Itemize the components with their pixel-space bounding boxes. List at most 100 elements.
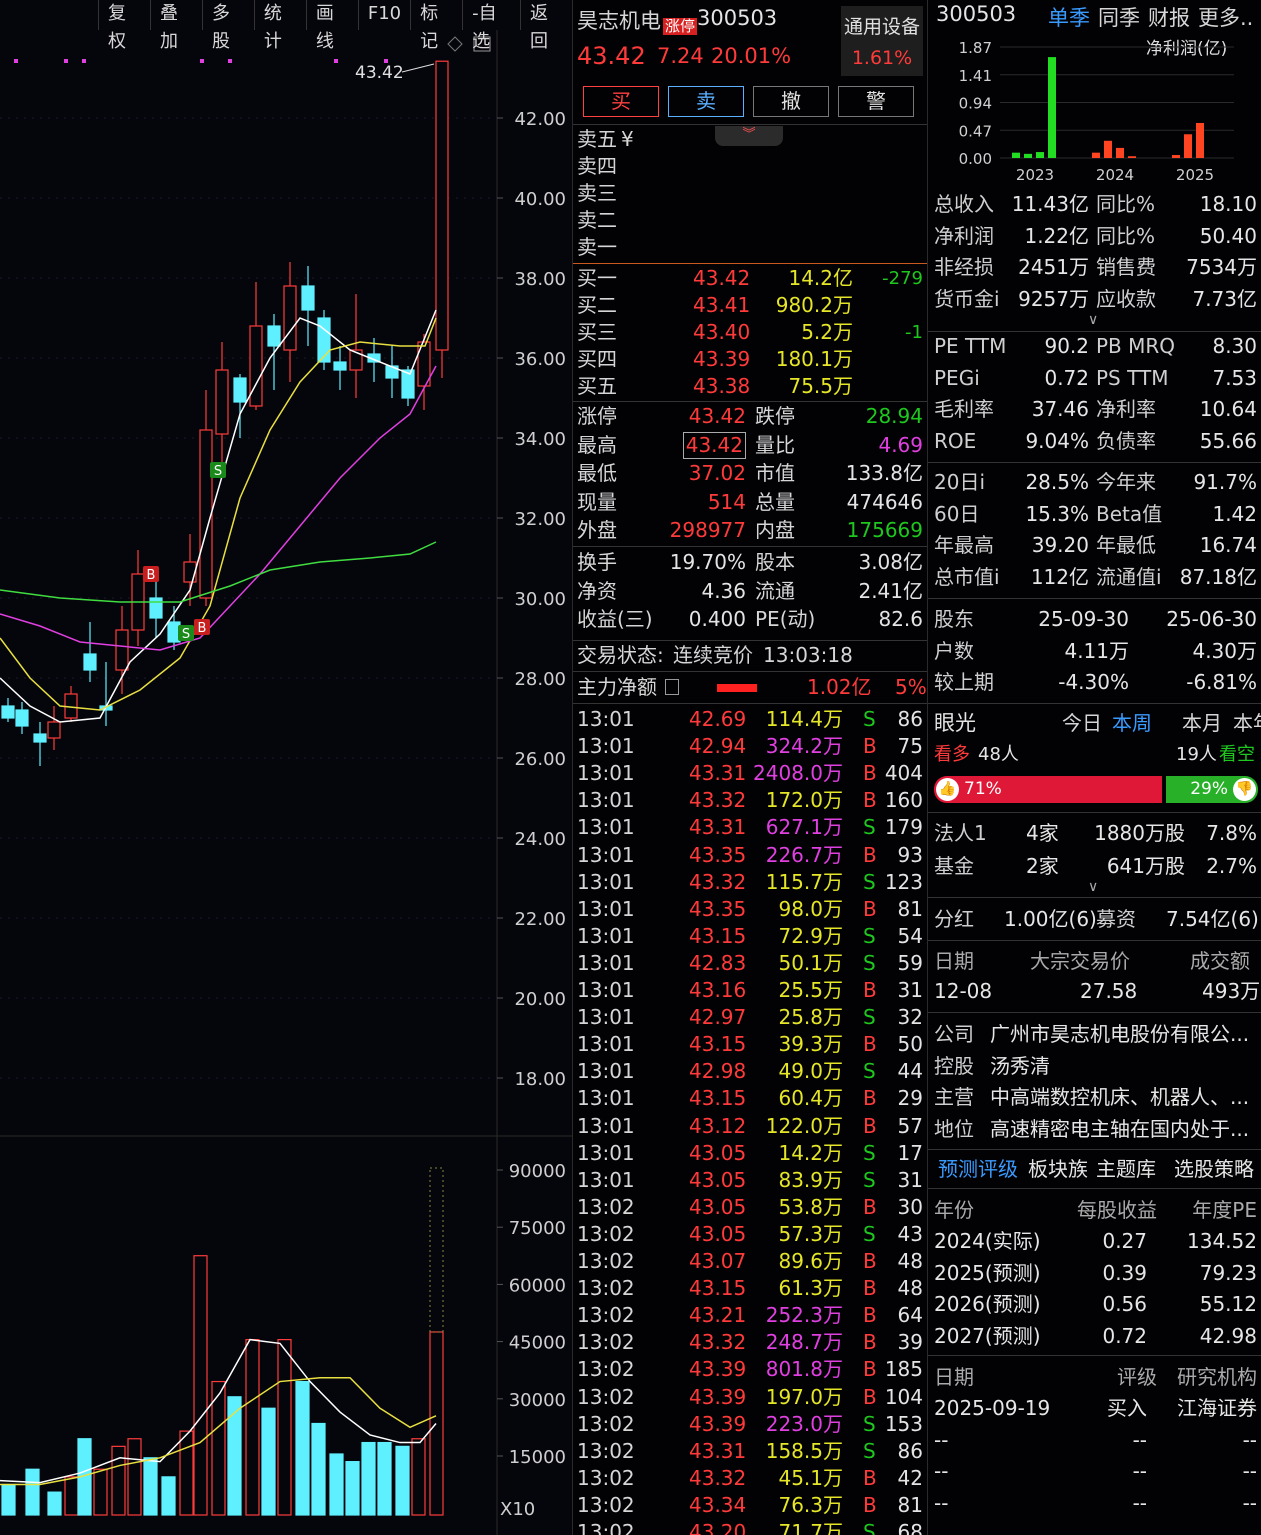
toolbar-button-3[interactable]: 统计: [253, 0, 306, 52]
cancel-button[interactable]: 撤: [753, 86, 829, 117]
tick-row[interactable]: 13:02 43.05 53.8万 B 30: [577, 1194, 923, 1221]
company-row[interactable]: 地位 高速精密电主轴在国内处于...: [934, 1114, 1257, 1144]
company-row[interactable]: 公司 广州市昊志机电股份有限公...: [934, 1019, 1257, 1049]
sell-button[interactable]: 卖: [668, 86, 744, 117]
ask-level[interactable]: 卖四: [577, 153, 923, 180]
toolbar-button-5[interactable]: F10: [357, 0, 410, 30]
company-row[interactable]: 控股 汤秀清: [934, 1051, 1257, 1081]
tick-row[interactable]: 13:01 43.15 39.3万 B 50: [577, 1031, 923, 1058]
tick-row[interactable]: 13:01 43.31 2408.0万 B 404: [577, 760, 923, 787]
tab-theme[interactable]: 主题库: [1096, 1154, 1156, 1184]
tab-forecast[interactable]: 预测评级: [938, 1154, 1018, 1184]
profit-bar[interactable]: [1172, 155, 1180, 158]
volume-bar[interactable]: [193, 1255, 208, 1516]
alert-button[interactable]: 警: [838, 86, 914, 117]
diamond-icon[interactable]: [447, 36, 463, 52]
tick-row[interactable]: 13:02 43.39 223.0万 S 153: [577, 1411, 923, 1438]
candle-body[interactable]: [115, 629, 129, 671]
volume-bar[interactable]: [345, 1461, 360, 1516]
sentiment-bar[interactable]: 👍 71% 29% 👎: [934, 776, 1258, 803]
volume-bar[interactable]: [329, 1453, 344, 1516]
bid-level[interactable]: 买二 43.41 980.2万: [577, 292, 923, 319]
tick-row[interactable]: 13:01 42.69 114.4万 S 86: [577, 706, 923, 733]
volume-bar[interactable]: [1, 1483, 16, 1516]
tick-row[interactable]: 13:01 43.32 115.7万 S 123: [577, 869, 923, 896]
bid-level[interactable]: 买一 43.42 14.2亿 -279: [577, 265, 923, 292]
candle-body[interactable]: [33, 733, 47, 743]
tick-row[interactable]: 13:02 43.31 158.5万 S 86: [577, 1438, 923, 1465]
toolbar-button-2[interactable]: 多股: [201, 0, 254, 52]
period-today[interactable]: 今日: [1062, 708, 1102, 738]
tab-same-quarter[interactable]: 同季: [1098, 2, 1140, 32]
candle-body[interactable]: [333, 361, 347, 371]
ask-level[interactable]: 卖五 ¥: [577, 126, 923, 153]
volume-bar[interactable]: [179, 1430, 194, 1516]
profit-bar[interactable]: [1116, 147, 1124, 158]
tick-row[interactable]: 13:01 43.31 627.1万 S 179: [577, 814, 923, 841]
tab-strategy[interactable]: 选股策略: [1174, 1154, 1254, 1184]
toolbar-button-7[interactable]: -自选: [462, 0, 520, 52]
volume-bar[interactable]: [245, 1339, 260, 1516]
candle-body[interactable]: [283, 285, 297, 351]
candle-body[interactable]: [301, 285, 315, 311]
ask-level[interactable]: 卖三: [577, 180, 923, 207]
bid-level[interactable]: 买四 43.39 180.1万: [577, 346, 923, 373]
toolbar-button-8[interactable]: 返回: [520, 0, 572, 52]
candle-body[interactable]: [1, 705, 15, 719]
tick-row[interactable]: 13:02 43.05 57.3万 S 43: [577, 1221, 923, 1248]
tick-row[interactable]: 13:01 43.05 83.9万 S 31: [577, 1167, 923, 1194]
bid-level[interactable]: 买五 43.38 75.5万: [577, 373, 923, 400]
tab-sector[interactable]: 板块族: [1028, 1154, 1088, 1184]
profit-bar[interactable]: [1048, 57, 1056, 158]
volume-bar[interactable]: [64, 1476, 79, 1516]
tick-row[interactable]: 13:01 43.16 25.5万 B 31: [577, 977, 923, 1004]
profit-bar[interactable]: [1128, 156, 1136, 158]
profit-bar[interactable]: [1104, 140, 1112, 158]
tick-row[interactable]: 13:01 43.15 60.4万 B 29: [577, 1085, 923, 1112]
profit-bar[interactable]: [1012, 152, 1020, 158]
candle-body[interactable]: [199, 429, 213, 599]
volume-bar[interactable]: [127, 1438, 142, 1516]
tick-row[interactable]: 13:02 43.32 45.1万 B 42: [577, 1465, 923, 1492]
tick-row[interactable]: 13:02 43.39 801.8万 B 185: [577, 1356, 923, 1383]
volume-bar[interactable]: [395, 1445, 410, 1516]
candle-body[interactable]: [183, 561, 197, 583]
tick-row[interactable]: 13:01 43.05 14.2万 S 17: [577, 1140, 923, 1167]
tick-row[interactable]: 13:02 43.20 71.7万 S 68: [577, 1519, 923, 1535]
volume-bar[interactable]: [161, 1476, 176, 1516]
tick-row[interactable]: 13:01 42.98 49.0万 S 44: [577, 1058, 923, 1085]
period-week[interactable]: 本周: [1112, 708, 1152, 738]
profit-bar[interactable]: [1024, 153, 1032, 158]
volume-bar[interactable]: [295, 1380, 310, 1516]
volume-bar[interactable]: [93, 1468, 108, 1516]
volume-bar[interactable]: [25, 1468, 40, 1516]
period-month[interactable]: 本月: [1182, 708, 1222, 738]
candle-body[interactable]: [233, 377, 247, 403]
candle-body[interactable]: [15, 709, 29, 727]
candle-body[interactable]: [435, 60, 449, 351]
volume-bar[interactable]: [261, 1407, 276, 1516]
candle-body[interactable]: [249, 325, 263, 407]
tick-row[interactable]: 13:01 42.94 324.2万 B 75: [577, 733, 923, 760]
volume-bar[interactable]: [47, 1491, 62, 1516]
profit-bar[interactable]: [1196, 122, 1204, 158]
tick-row[interactable]: 13:01 43.15 72.9万 S 54: [577, 923, 923, 950]
sector-box[interactable]: 通用设备 1.61%: [841, 6, 923, 76]
profit-bar[interactable]: [1036, 152, 1044, 158]
volume-bar[interactable]: [411, 1438, 426, 1516]
tick-row[interactable]: 13:02 43.34 76.3万 B 81: [577, 1492, 923, 1519]
toolbar-button-0[interactable]: 复权: [98, 0, 150, 52]
ask-level[interactable]: 卖一: [577, 234, 923, 261]
profit-bar[interactable]: [1184, 134, 1192, 158]
candle-body[interactable]: [47, 721, 61, 739]
tick-row[interactable]: 13:01 43.35 98.0万 B 81: [577, 896, 923, 923]
tick-row[interactable]: 13:02 43.39 197.0万 B 104: [577, 1384, 923, 1411]
company-row[interactable]: 主营 中高端数控机床、机器人、...: [934, 1082, 1257, 1112]
profit-bar[interactable]: [1092, 152, 1100, 158]
buy-button[interactable]: 买: [583, 86, 659, 117]
tick-row[interactable]: 13:01 42.83 50.1万 S 59: [577, 950, 923, 977]
volume-bar[interactable]: [311, 1422, 326, 1516]
candle-body[interactable]: [149, 597, 163, 619]
tick-row[interactable]: 13:01 42.97 25.8万 S 32: [577, 1004, 923, 1031]
tick-row[interactable]: 13:01 43.32 172.0万 B 160: [577, 787, 923, 814]
